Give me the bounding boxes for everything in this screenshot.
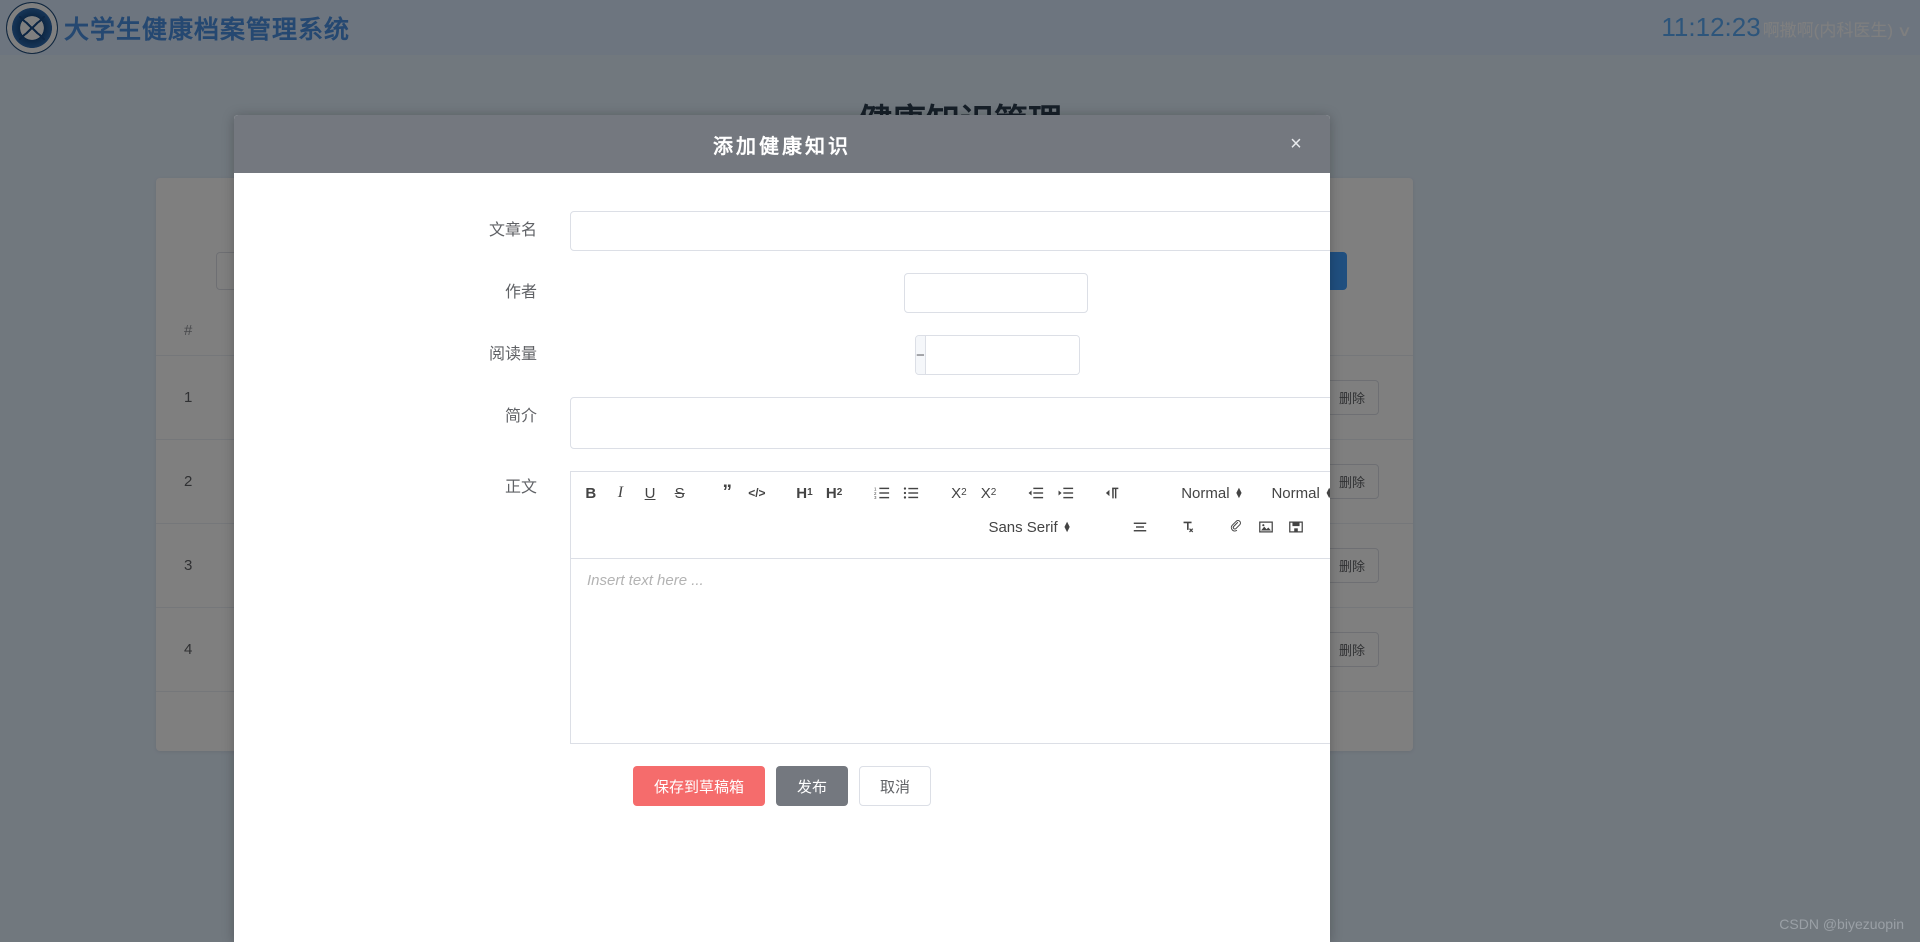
subscript-icon[interactable]: X2 <box>945 480 973 506</box>
strikethrough-icon[interactable]: S <box>666 480 694 506</box>
clear-format-icon[interactable] <box>1174 514 1202 540</box>
superscript-icon[interactable]: X2 <box>975 480 1003 506</box>
dialog-title: 添加健康知识 <box>713 135 851 158</box>
image-icon[interactable] <box>1252 514 1280 540</box>
svg-text:3: 3 <box>874 495 877 500</box>
label-read-count: 阅读量 <box>488 346 537 363</box>
label-article-name: 文章名 <box>488 222 537 239</box>
toolbar-row-1: B I U S ” </> H1 H2 1 2 3 X 2 X 2 Normal… <box>577 480 1330 506</box>
indent-increase-icon[interactable] <box>1052 480 1080 506</box>
underline-icon[interactable]: U <box>636 480 664 506</box>
save-draft-button[interactable]: 保存到草稿箱 <box>632 766 765 806</box>
header-1-icon[interactable]: H1 <box>791 480 819 506</box>
cancel-button[interactable]: 取消 <box>859 766 932 806</box>
minus-icon[interactable]: − <box>916 336 926 374</box>
label-author: 作者 <box>504 284 537 301</box>
bold-icon[interactable]: B <box>577 480 605 506</box>
author-input[interactable] <box>904 273 1088 313</box>
editor-placeholder: Insert text here ... <box>587 572 704 589</box>
header-picker[interactable]: Normal ▲ ▼ <box>1177 485 1247 502</box>
blockquote-icon[interactable]: ” <box>713 480 741 506</box>
read-count-input[interactable] <box>925 336 1079 374</box>
align-icon[interactable] <box>1126 514 1154 540</box>
body-editor-area[interactable]: Insert text here ... <box>570 559 1330 744</box>
field-article-name <box>570 211 1330 251</box>
editor-toolbar: B I U S ” </> H1 H2 1 2 3 X 2 X 2 Normal… <box>570 471 1330 559</box>
bullet-list-icon[interactable] <box>898 480 926 506</box>
field-summary <box>570 397 1330 449</box>
toolbar-row-2: Sans Serif ▲ ▼ <box>577 514 1330 540</box>
indent-decrease-icon[interactable] <box>1022 480 1050 506</box>
link-icon[interactable] <box>1222 514 1250 540</box>
rich-text-editor: B I U S ” </> H1 H2 1 2 3 X 2 X 2 Normal… <box>570 471 1330 744</box>
form-row-author: 作者 <box>234 273 1330 313</box>
header-2-icon[interactable]: H2 <box>820 480 848 506</box>
chevron-updown-icon: ▲ ▼ <box>1324 485 1330 500</box>
field-author <box>570 273 1330 313</box>
code-block-icon[interactable]: </> <box>743 480 771 506</box>
label-body: 正文 <box>504 479 537 496</box>
dialog-footer: 保存到草稿箱 发布 取消 <box>234 766 1330 806</box>
font-picker-label: Sans Serif <box>988 518 1058 536</box>
article-name-input[interactable] <box>570 211 1330 251</box>
chevron-updown-icon: ▲ ▼ <box>1234 485 1244 500</box>
form-row-read-count: 阅读量 − + <box>234 335 1330 375</box>
text-direction-icon[interactable] <box>1100 480 1128 506</box>
ordered-list-icon[interactable]: 123 <box>868 480 896 506</box>
form-row-article-name: 文章名 <box>234 211 1330 251</box>
field-body: B I U S ” </> H1 H2 1 2 3 X 2 X 2 Normal… <box>570 471 1330 744</box>
font-picker[interactable]: Sans Serif ▲ ▼ <box>984 519 1075 536</box>
summary-textarea[interactable] <box>570 397 1330 449</box>
chevron-updown-icon: ▲ ▼ <box>1062 519 1072 534</box>
watermark: CSDN @biyezuopin <box>1779 916 1904 932</box>
header-picker-label: Normal <box>1181 484 1230 502</box>
form-row-body: 正文 B I U S ” </> H 1 H 2 1 2 3 X 2 X 2 N… <box>234 471 1330 744</box>
dialog-header: 添加健康知识 × <box>234 115 1330 173</box>
field-read-count: − + <box>570 335 1330 375</box>
italic-icon[interactable]: I <box>607 480 635 506</box>
app-root: 健康知识管理 # 文 1 2 删除 <box>0 0 1920 942</box>
dialog-body: 文章名 作者 阅读量 − + <box>234 173 1330 806</box>
publish-button[interactable]: 发布 <box>775 766 848 806</box>
add-knowledge-dialog: 添加健康知识 × 文章名 作者 阅读量 − 简介 正文 B I U S ” </… <box>234 115 1330 942</box>
size-picker[interactable]: Normal ▲ ▼ <box>1267 485 1330 502</box>
size-picker-label: Normal <box>1271 484 1320 502</box>
close-icon[interactable]: × <box>1284 132 1308 156</box>
form-row-summary: 简介 <box>234 397 1330 449</box>
read-count-stepper: − + <box>915 335 1080 375</box>
video-icon[interactable] <box>1282 514 1310 540</box>
label-summary: 简介 <box>504 408 537 425</box>
